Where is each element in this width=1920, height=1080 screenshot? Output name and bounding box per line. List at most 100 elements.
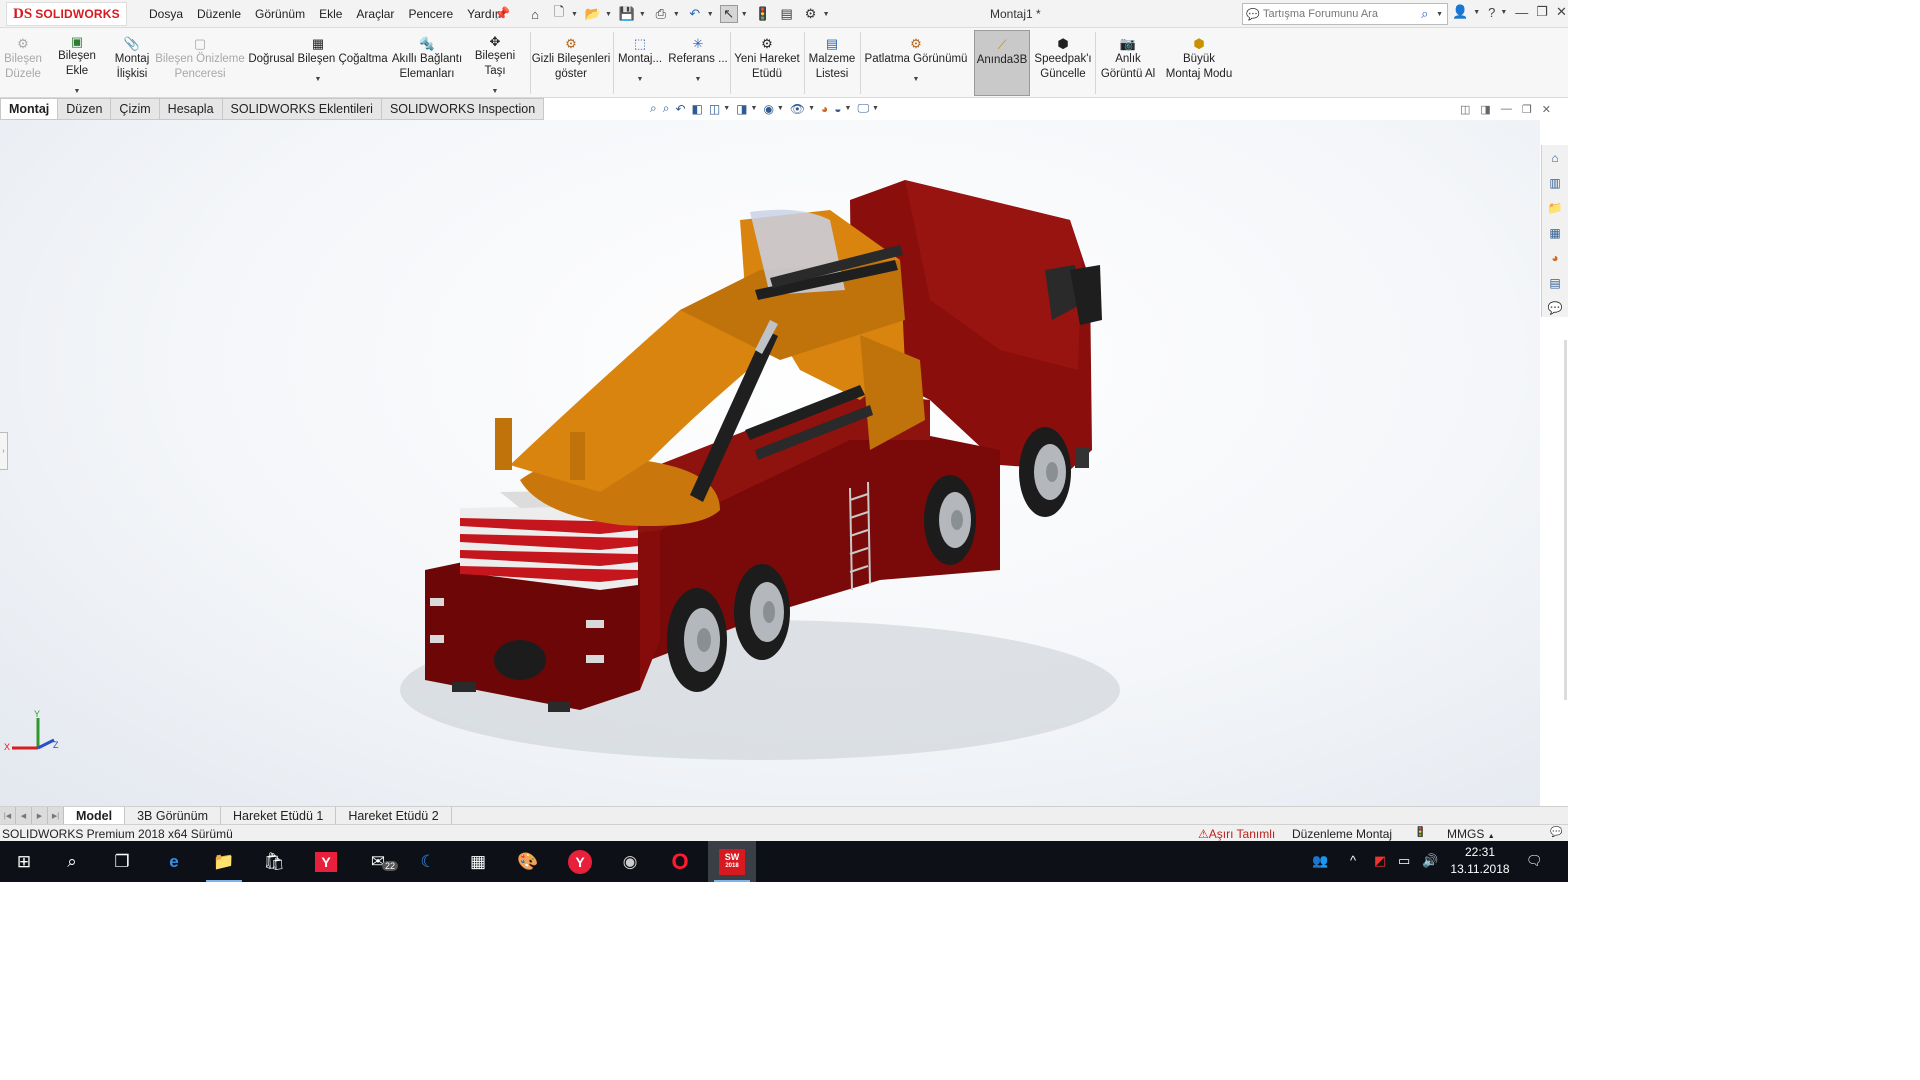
tab-sketch[interactable]: Çizim xyxy=(111,98,160,120)
component-preview-button[interactable]: ▢ Bileşen Önizleme Penceresi xyxy=(155,30,244,96)
rebuild-icon[interactable]: 🚦 xyxy=(754,5,772,23)
smart-fasteners-button[interactable]: 🔩 Akıllı Bağlantı Elemanları xyxy=(392,30,462,96)
section-view-icon[interactable]: ◧ xyxy=(692,102,703,116)
solidworks-logo[interactable]: DS SOLIDWORKS xyxy=(6,2,127,26)
menu-edit[interactable]: Düzenle xyxy=(190,7,248,21)
appearances-icon[interactable]: ◕ xyxy=(1546,249,1564,267)
start-button[interactable]: ⊞ xyxy=(0,841,48,882)
next-tab-icon[interactable]: ▶ xyxy=(32,807,48,824)
unit-system[interactable]: MMGS ▲ xyxy=(1447,827,1495,841)
people-icon[interactable]: 👥 xyxy=(1312,853,1328,869)
taskbar-store[interactable]: 🛍 xyxy=(250,841,298,882)
bill-of-materials-button[interactable]: ▤ Malzeme Listesi xyxy=(806,30,858,96)
search-input[interactable]: Tartışma Forumunu Ara xyxy=(1263,8,1421,20)
menu-view[interactable]: Görünüm xyxy=(248,7,312,21)
view-settings-icon[interactable]: 🖵 xyxy=(857,101,869,116)
taskbar-file-explorer[interactable]: 📁 xyxy=(200,841,248,882)
chevron-down-icon[interactable]: ▼ xyxy=(1436,11,1443,18)
home-icon[interactable]: ⌂ xyxy=(526,5,544,23)
new-motion-study-button[interactable]: ⚙ Yeni Hareket Etüdü xyxy=(733,30,801,96)
menu-window[interactable]: Pencere xyxy=(401,7,460,21)
menu-insert[interactable]: Ekle xyxy=(312,7,349,21)
tab-inspection[interactable]: SOLIDWORKS Inspection xyxy=(381,98,545,120)
last-tab-icon[interactable]: ▶| xyxy=(48,807,64,824)
overdefined-warning[interactable]: ⚠Aşırı Tanımlı xyxy=(1198,827,1275,841)
taskbar-disk[interactable]: ◉ xyxy=(606,841,654,882)
exploded-view-button[interactable]: ⚙ Patlatma Görünümü ▼ xyxy=(862,30,970,96)
taskbar-app[interactable]: ☾ xyxy=(404,841,452,882)
clock[interactable]: 22:31 13.11.2018 xyxy=(1448,844,1512,878)
scrollbar[interactable] xyxy=(1564,340,1567,700)
home-icon[interactable]: ⌂ xyxy=(1546,149,1564,167)
battery-icon[interactable]: ▭ xyxy=(1398,853,1410,869)
edit-component-button[interactable]: ⚙ Bileşen Düzele xyxy=(4,30,42,96)
tile-icon[interactable]: ◫ xyxy=(1460,103,1470,116)
prev-tab-icon[interactable]: ◀ xyxy=(16,807,32,824)
assembly-features-button[interactable]: ⬚ Montaj... ▼ xyxy=(616,30,664,96)
tab-layout[interactable]: Düzen xyxy=(58,98,112,120)
taskbar-calculator[interactable]: ▦ xyxy=(454,841,502,882)
mate-button[interactable]: 📎 Montaj İlişkisi xyxy=(112,30,152,96)
save-icon[interactable]: 💾 xyxy=(618,5,636,23)
new-document-icon[interactable]: 🗋 xyxy=(550,4,568,23)
feature-manager-toggle[interactable]: › xyxy=(0,432,8,470)
help-icon[interactable]: ? xyxy=(1488,5,1495,20)
tab-3d-view[interactable]: 3B Görünüm xyxy=(125,807,221,824)
tab-motion-study-2[interactable]: Hareket Etüdü 2 xyxy=(336,807,452,824)
tab-assembly[interactable]: Montaj xyxy=(0,98,59,120)
edit-appearance-icon[interactable]: ◕ xyxy=(821,102,828,116)
taskbar-mail[interactable]: ✉ 22 xyxy=(354,841,402,882)
graphics-area[interactable]: Y X Z xyxy=(0,120,1540,806)
close-icon[interactable]: ✕ xyxy=(1556,4,1567,20)
menu-file[interactable]: Dosya xyxy=(142,7,190,21)
close-icon[interactable]: ✕ xyxy=(1542,103,1551,116)
menu-tools[interactable]: Araçlar xyxy=(349,7,401,21)
tab-addins[interactable]: SOLIDWORKS Eklentileri xyxy=(222,98,382,120)
large-assembly-mode-button[interactable]: ⬢ Büyük Montaj Modu xyxy=(1162,30,1236,96)
previous-view-icon[interactable]: ↶ xyxy=(675,102,685,116)
restore-icon[interactable]: ❐ xyxy=(1522,103,1532,116)
undo-icon[interactable]: ↶ xyxy=(686,5,704,23)
minimize-icon[interactable]: — xyxy=(1515,5,1528,20)
tab-model[interactable]: Model xyxy=(64,807,126,824)
view-orientation-icon[interactable]: ◨ xyxy=(736,102,747,116)
user-icon[interactable]: 👤 xyxy=(1452,4,1468,20)
insert-component-button[interactable]: ▣ Bileşen Ekle ▼ xyxy=(46,30,108,96)
search-button[interactable]: ⌕ xyxy=(48,841,96,882)
taskbar-yandex[interactable]: Y xyxy=(302,841,350,882)
chevron-up-icon[interactable]: ^ xyxy=(1350,853,1356,868)
notifications-icon[interactable]: 🗨 xyxy=(1526,853,1543,869)
taskbar-paint[interactable]: 🎨 xyxy=(504,841,552,882)
select-icon[interactable]: ↖ xyxy=(719,5,738,23)
print-icon[interactable]: ⎙ xyxy=(652,5,670,23)
custom-properties-icon[interactable]: ▤ xyxy=(1546,274,1564,292)
first-tab-icon[interactable]: |◀ xyxy=(0,807,16,824)
rebuild-status-icon[interactable]: 🚦 xyxy=(1414,827,1426,838)
display-style-icon[interactable]: ◉ xyxy=(763,102,773,116)
taskbar-opera[interactable]: O xyxy=(656,841,704,882)
truck-crane-model[interactable]: Y X Z xyxy=(0,120,1540,806)
restore-icon[interactable]: ❐ xyxy=(1536,4,1548,20)
file-explorer-icon[interactable]: 📁 xyxy=(1546,199,1564,217)
update-speedpak-button[interactable]: ⬢ Speedpak'ı Güncelle xyxy=(1034,30,1092,96)
tab-evaluate[interactable]: Hesapla xyxy=(159,98,223,120)
tab-motion-study-1[interactable]: Hareket Etüdü 1 xyxy=(221,807,337,824)
taskbar-edge[interactable]: e xyxy=(150,841,198,882)
instant3d-button[interactable]: ⟋ Anında3B xyxy=(974,30,1030,96)
dynamic-annotation-icon[interactable]: ◫ xyxy=(709,102,720,116)
move-component-button[interactable]: ✥ Bileşeni Taşı ▼ xyxy=(464,30,526,96)
pin-icon[interactable]: 📌 xyxy=(494,6,510,22)
options-icon[interactable]: ⚙ xyxy=(802,5,820,23)
tile-2-icon[interactable]: ◨ xyxy=(1480,103,1490,116)
show-hidden-components-button[interactable]: ⚙ Gizli Bileşenleri göster xyxy=(532,30,611,96)
forum-icon[interactable]: 💬 xyxy=(1546,299,1564,317)
view-palette-icon[interactable]: ▦ xyxy=(1546,224,1564,242)
task-view-button[interactable]: ❐ xyxy=(98,841,146,882)
zoom-to-fit-icon[interactable]: ⌕ xyxy=(650,101,657,116)
zoom-to-area-icon[interactable]: ⌕ xyxy=(663,101,670,116)
forum-search[interactable]: 💬 Tartışma Forumunu Ara ⌕ ▼ xyxy=(1242,3,1448,25)
taskbar-solidworks[interactable]: SW 2018 xyxy=(708,841,756,882)
design-library-icon[interactable]: ▥ xyxy=(1546,174,1564,192)
linear-pattern-button[interactable]: ▦ Doğrusal Bileşen Çoğaltma ▼ xyxy=(248,30,388,96)
antivirus-icon[interactable]: ◩ xyxy=(1374,853,1386,869)
